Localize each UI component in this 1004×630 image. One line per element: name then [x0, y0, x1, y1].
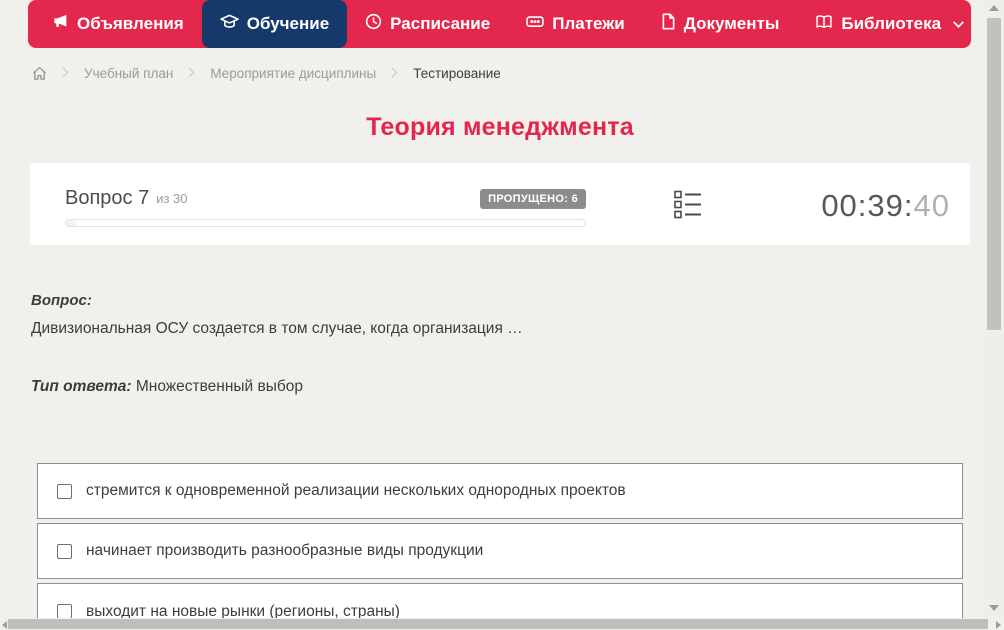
breadcrumb-separator-icon — [188, 66, 195, 81]
breadcrumb-item-discipline-event[interactable]: Мероприятие дисциплины — [210, 66, 376, 81]
nav-item-label: Библиотека — [841, 14, 942, 33]
scroll-left-arrow-icon[interactable] — [2, 621, 7, 629]
answer-type-value: Множественный выбор — [135, 378, 303, 395]
question-list-icon[interactable] — [674, 190, 702, 224]
question-number: Вопрос 7 — [65, 187, 150, 209]
answer-option-label: начинает производить разнообразные виды … — [86, 542, 484, 559]
nav-item-label: Расписание — [390, 14, 491, 33]
payments-icon — [526, 13, 544, 35]
breadcrumb-separator-icon — [391, 66, 398, 81]
timer-seconds: 40 — [913, 188, 950, 223]
question-total: из 30 — [156, 191, 188, 206]
nav-item-library[interactable]: Библиотека — [797, 0, 982, 48]
nav-item-label: Объявления — [77, 14, 184, 33]
answer-option-label: стремится к одновременной реализации нес… — [86, 482, 626, 499]
question-block: Вопрос: Дивизиональная ОСУ создается в т… — [31, 292, 951, 338]
answer-option[interactable]: начинает производить разнообразные виды … — [37, 523, 963, 579]
question-panel: Вопрос 7 из 30 ПРОПУЩЕНО: 6 00:39:40 — [30, 163, 970, 245]
scroll-right-arrow-icon[interactable] — [996, 621, 1001, 629]
answer-checkbox[interactable] — [57, 483, 72, 499]
question-progress-bar — [65, 219, 586, 227]
question-progress-fill — [66, 220, 77, 226]
horizontal-scrollbar[interactable] — [0, 618, 1004, 630]
answer-checkbox[interactable] — [57, 543, 72, 559]
nav-item-label: Документы — [683, 14, 780, 33]
home-icon[interactable] — [32, 66, 47, 81]
document-icon — [661, 13, 676, 35]
skipped-badge: ПРОПУЩЕНО: 6 — [480, 188, 586, 209]
nav-item-payments[interactable]: Платежи — [508, 0, 643, 48]
book-icon — [815, 14, 833, 35]
question-label: Вопрос: — [31, 292, 92, 309]
answer-type-label: Тип ответа: — [31, 378, 132, 395]
nav-item-label: Обучение — [246, 14, 330, 33]
test-timer: 00:39:40 — [821, 188, 950, 224]
horizontal-scrollbar-thumb[interactable] — [8, 619, 988, 629]
answer-option[interactable]: стремится к одновременной реализации нес… — [37, 463, 963, 519]
scroll-up-arrow-icon[interactable] — [989, 5, 999, 11]
scroll-down-arrow-icon[interactable] — [989, 605, 999, 611]
vertical-scrollbar[interactable] — [984, 0, 1004, 618]
timer-hours-minutes: 00:39: — [821, 188, 914, 223]
answer-checkbox[interactable] — [57, 604, 72, 619]
chevron-down-icon — [953, 14, 964, 34]
breadcrumb-separator-icon — [62, 66, 69, 81]
clock-icon — [365, 13, 382, 35]
main-nav: Объявления Обучение Расписание Платежи Д… — [28, 0, 971, 48]
breadcrumb: Учебный план Мероприятие дисциплины Тест… — [32, 63, 501, 83]
breadcrumb-item-study-plan[interactable]: Учебный план — [84, 66, 173, 81]
megaphone-icon — [52, 13, 69, 35]
question-progress-group: Вопрос 7 из 30 ПРОПУЩЕНО: 6 — [65, 187, 586, 227]
breadcrumb-item-testing: Тестирование — [413, 65, 501, 81]
nav-item-schedule[interactable]: Расписание — [347, 0, 508, 48]
question-text: Дивизиональная ОСУ создается в том случа… — [31, 320, 523, 337]
browser-viewport: Объявления Обучение Расписание Платежи Д… — [0, 0, 1004, 630]
answer-type-line: Тип ответа: Множественный выбор — [31, 378, 303, 396]
nav-item-label: Платежи — [552, 14, 625, 33]
graduation-cap-icon — [219, 14, 239, 35]
vertical-scrollbar-thumb[interactable] — [987, 18, 1001, 330]
nav-item-documents[interactable]: Документы — [643, 0, 798, 48]
nav-item-announcements[interactable]: Объявления — [34, 0, 202, 48]
nav-item-learning[interactable]: Обучение — [201, 0, 348, 48]
page-title: Теория менеджмента — [366, 113, 634, 141]
